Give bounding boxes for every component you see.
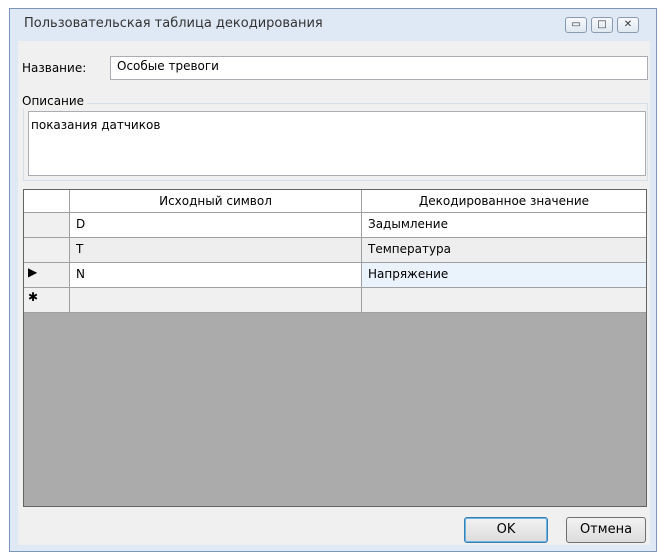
current-row-icon[interactable]: ▶ bbox=[24, 263, 70, 288]
source-symbol-cell[interactable]: D bbox=[70, 213, 362, 238]
decoded-value-cell[interactable]: Температура bbox=[362, 238, 646, 263]
source-symbol-cell[interactable]: T bbox=[70, 238, 362, 263]
name-field[interactable]: Особые тревоги bbox=[110, 56, 648, 80]
column-header-value[interactable]: Декодированное значение bbox=[362, 190, 646, 213]
decode-table-window: Пользовательская таблица декодирования ▭… bbox=[9, 8, 657, 552]
close-icon[interactable]: ✕ bbox=[617, 17, 639, 33]
row-header[interactable] bbox=[24, 213, 70, 238]
description-label: Описание bbox=[22, 94, 88, 108]
row-header[interactable] bbox=[24, 238, 70, 263]
column-header-source[interactable]: Исходный символ bbox=[70, 190, 362, 213]
source-symbol-cell[interactable] bbox=[70, 288, 362, 313]
decoded-value-cell[interactable] bbox=[362, 288, 646, 313]
name-label: Название: bbox=[22, 61, 87, 75]
dialog-body: Название: Особые тревоги Описание показа… bbox=[18, 41, 650, 545]
decoded-value-cell[interactable]: Задымление bbox=[362, 213, 646, 238]
window-title: Пользовательская таблица декодирования bbox=[24, 16, 323, 31]
maximize-icon[interactable]: □ bbox=[591, 17, 613, 33]
decoded-value-cell[interactable]: Напряжение bbox=[362, 263, 646, 288]
minimize-icon[interactable]: ▭ bbox=[565, 17, 587, 33]
header-corner bbox=[24, 190, 70, 213]
cancel-button[interactable]: Отмена bbox=[566, 517, 646, 543]
source-symbol-cell[interactable]: N bbox=[70, 263, 362, 288]
decode-grid[interactable]: Исходный символ Декодированное значение … bbox=[23, 189, 647, 507]
new-row-icon[interactable]: ✱ bbox=[24, 288, 70, 313]
description-field[interactable]: показания датчиков bbox=[28, 111, 646, 176]
grid-header: Исходный символ Декодированное значение bbox=[24, 190, 646, 213]
title-bar[interactable]: Пользовательская таблица декодирования ▭… bbox=[10, 9, 656, 41]
ok-button[interactable]: OK bbox=[464, 517, 548, 543]
